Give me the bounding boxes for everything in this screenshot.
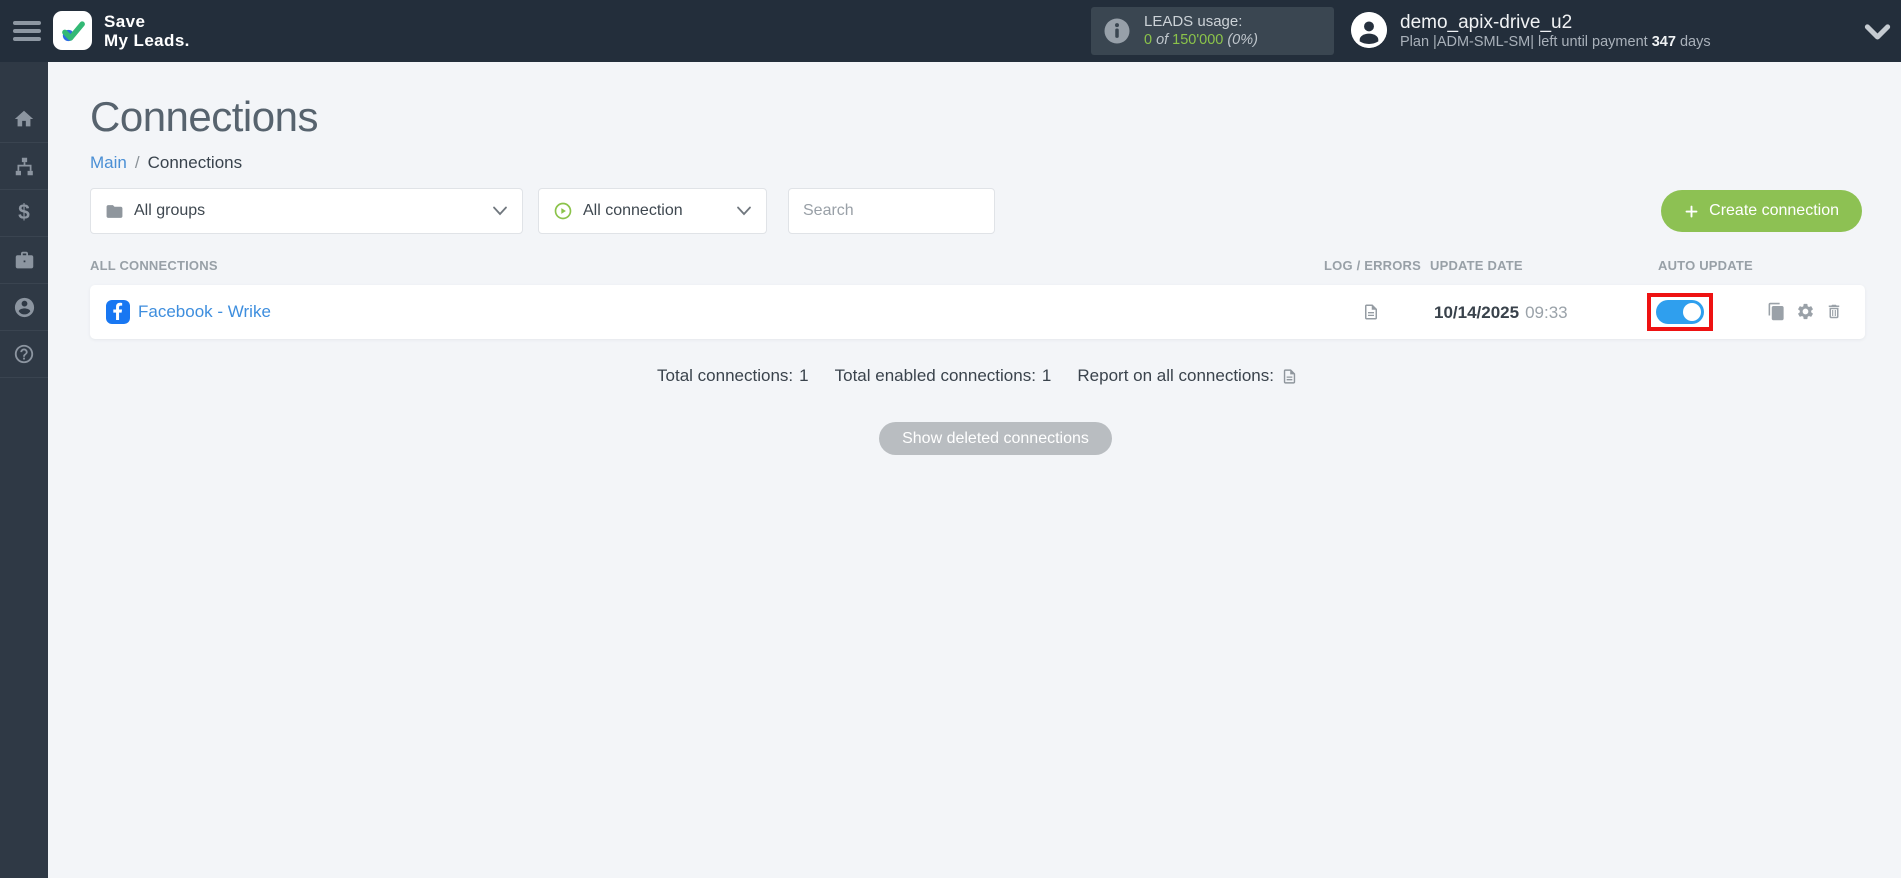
column-header-auto-update: AUTO UPDATE — [1658, 258, 1753, 273]
plan-info: Plan |ADM-SML-SM| left until payment 347… — [1400, 34, 1711, 50]
copy-icon[interactable] — [1767, 302, 1786, 321]
breadcrumb-current: Connections — [147, 153, 243, 172]
chevron-down-icon — [737, 206, 751, 216]
column-header-all-connections: ALL CONNECTIONS — [90, 258, 218, 273]
search-input[interactable] — [788, 188, 995, 234]
hamburger-menu-icon[interactable] — [13, 21, 41, 41]
sitemap-icon — [15, 157, 33, 175]
show-deleted-connections-button[interactable]: Show deleted connections — [879, 422, 1112, 455]
facebook-icon — [106, 300, 130, 324]
plus-icon — [1685, 205, 1698, 217]
groups-filter-dropdown[interactable]: All groups — [90, 188, 523, 234]
account-chevron-down-icon[interactable] — [1864, 24, 1891, 41]
info-icon — [1104, 18, 1130, 44]
total-enabled-connections: Total enabled connections: 1 — [834, 366, 1052, 385]
briefcase-icon — [15, 251, 33, 268]
main-content: Connections Main / Connections All groups … — [48, 62, 1901, 878]
report-all-connections: Report on all connections: — [1077, 366, 1298, 386]
log-errors-icon[interactable] — [1362, 302, 1380, 322]
app-logo[interactable]: Save My Leads. — [53, 11, 190, 50]
sidebar-item-account[interactable] — [0, 284, 48, 331]
update-time: 09:33 — [1525, 303, 1568, 322]
username: demo_apix-drive_u2 — [1400, 12, 1573, 33]
column-header-update-date: UPDATE DATE — [1430, 258, 1523, 273]
filter-row: All groups All connection Create connect… — [90, 188, 1862, 234]
sidebar-item-home[interactable] — [0, 96, 48, 143]
trash-icon[interactable] — [1825, 302, 1843, 321]
column-header-log-errors: LOG / ERRORS — [1324, 258, 1422, 273]
gear-icon[interactable] — [1796, 302, 1815, 321]
page-title: Connections — [90, 93, 318, 140]
home-icon — [14, 110, 34, 127]
leads-usage-label: LEADS usage: — [1144, 13, 1243, 30]
logo-text: Save My Leads. — [104, 11, 190, 50]
sidebar-item-services[interactable] — [0, 237, 48, 284]
play-circle-icon — [554, 202, 572, 220]
dollar-icon: $ — [18, 201, 30, 224]
logo-checkmark-icon — [53, 11, 92, 50]
update-date: 10/14/2025 09:33 — [1434, 303, 1568, 322]
connection-filter-value: All connection — [583, 202, 683, 219]
sidebar-item-help[interactable] — [0, 331, 48, 378]
sidebar-item-connections[interactable] — [0, 143, 48, 190]
report-document-icon[interactable] — [1281, 367, 1298, 386]
leads-usage-value: 0 of 150'000 (0%) — [1144, 32, 1258, 48]
table-header-row: ALL CONNECTIONS LOG / ERRORS UPDATE DATE… — [90, 258, 1865, 273]
user-menu[interactable]: demo_apix-drive_u2 Plan |ADM-SML-SM| lef… — [1351, 12, 1711, 51]
connection-name-link[interactable]: Facebook - Wrike — [138, 302, 271, 322]
folder-icon — [106, 204, 123, 218]
avatar — [1351, 12, 1387, 48]
sidebar: $ — [0, 62, 48, 878]
leads-usage-widget: LEADS usage: 0 of 150'000 (0%) — [1091, 7, 1334, 55]
create-connection-button[interactable]: Create connection — [1661, 190, 1862, 232]
topbar: Save My Leads. LEADS usage: 0 of 150'000 (0… — [0, 0, 1901, 62]
table-row: Facebook - Wrike 10/14/2025 09:33 — [90, 285, 1865, 339]
chevron-down-icon — [493, 206, 507, 216]
help-icon — [14, 344, 34, 364]
totals-row: Total connections: 1 Total enabled conne… — [90, 366, 1865, 386]
annotation-highlight-red-box — [1647, 293, 1713, 331]
groups-filter-value: All groups — [134, 202, 206, 219]
auto-update-toggle[interactable] — [1656, 300, 1704, 324]
breadcrumb-separator: / — [134, 153, 140, 172]
breadcrumb-main-link[interactable]: Main — [90, 153, 127, 172]
total-connections: Total connections: 1 — [657, 366, 809, 385]
row-actions — [1767, 302, 1843, 321]
breadcrumb: Main / Connections — [90, 153, 1901, 173]
connection-filter-dropdown[interactable]: All connection — [538, 188, 767, 234]
sidebar-item-billing[interactable]: $ — [0, 190, 48, 237]
user-icon — [14, 297, 34, 317]
toggle-knob — [1683, 303, 1701, 321]
